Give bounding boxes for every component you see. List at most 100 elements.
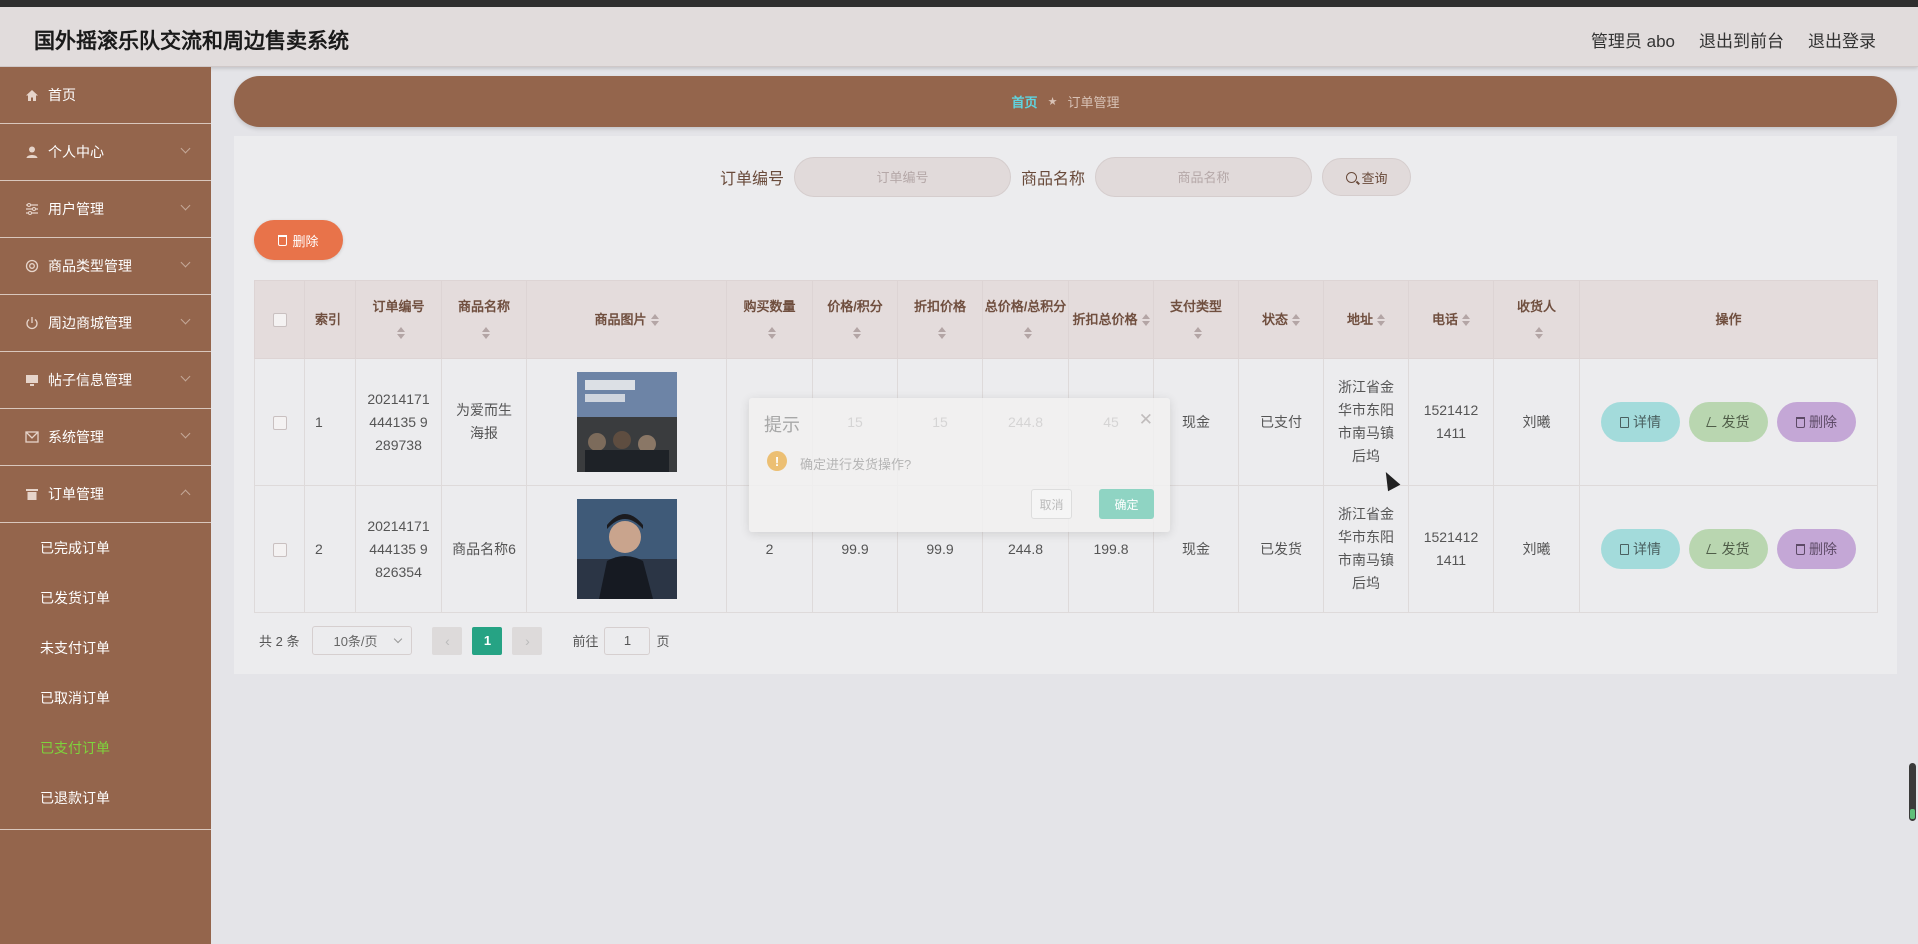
col-discount-total[interactable]: 折扣总价格 [1068, 280, 1154, 359]
submenu-paid-orders[interactable]: 已支付订单 [0, 723, 211, 773]
col-quantity[interactable]: 购买数量 [726, 280, 813, 359]
sort-icon[interactable] [1141, 314, 1150, 327]
submenu-unpaid-orders[interactable]: 未支付订单 [0, 623, 211, 673]
sort-icon[interactable] [1462, 314, 1470, 327]
cell-order-no: 20214171444135 9826354 [355, 485, 442, 613]
sidebar-item-system[interactable]: 系统管理 [0, 409, 211, 466]
document-icon [1620, 543, 1629, 555]
cell-product-image [526, 358, 727, 486]
cell-status: 已发货 [1238, 485, 1324, 613]
star-icon: ★ [1047, 96, 1058, 108]
query-button[interactable]: 查询 [1322, 158, 1412, 196]
ship-button[interactable]: 发货 [1689, 529, 1768, 569]
chevron-up-icon [180, 489, 191, 500]
col-address[interactable]: 地址 [1323, 280, 1409, 359]
row-select-cell[interactable] [254, 485, 305, 613]
home-icon [24, 88, 39, 103]
exit-front-link[interactable]: 退出到前台 [1699, 27, 1784, 52]
cell-address: 浙江省金华市东阳市南马镇后坞 [1323, 358, 1409, 486]
sidebar-item-orders[interactable]: 订单管理 [0, 466, 211, 523]
col-pay-type[interactable]: 支付类型 [1153, 280, 1239, 359]
sidebar-item-label: 订单管理 [48, 486, 104, 502]
product-name-label: 商品名称 [1021, 171, 1086, 188]
top-strip [0, 0, 1918, 7]
sidebar-item-label: 系统管理 [48, 429, 104, 445]
sort-icon[interactable] [1534, 327, 1543, 340]
submenu-completed-orders[interactable]: 已完成订单 [0, 523, 211, 573]
cell-receiver: 刘曦 [1493, 358, 1580, 486]
dialog-confirm-button[interactable]: 确定 [1099, 489, 1154, 519]
breadcrumb-home[interactable]: 首页 [1012, 92, 1038, 111]
submenu-cancelled-orders[interactable]: 已取消订单 [0, 673, 211, 723]
search-icon [1345, 171, 1357, 183]
select-all-cell[interactable] [254, 280, 305, 359]
detail-button[interactable]: 详情 [1601, 529, 1680, 569]
col-total[interactable]: 总价格/总积分 [982, 280, 1069, 359]
warning-icon: ! [767, 451, 787, 471]
row-delete-button[interactable]: 删除 [1777, 529, 1856, 569]
product-name-input[interactable] [1095, 157, 1313, 197]
detail-button[interactable]: 详情 [1601, 402, 1680, 442]
sort-icon[interactable] [650, 314, 659, 327]
total-count: 共 2 条 [259, 634, 300, 649]
chevron-down-icon [180, 314, 191, 325]
row-delete-button[interactable]: 删除 [1777, 402, 1856, 442]
col-product-name[interactable]: 商品名称 [441, 280, 527, 359]
sort-icon[interactable] [396, 327, 405, 340]
row-checkbox[interactable] [272, 542, 287, 557]
sort-icon[interactable] [1377, 314, 1385, 327]
sidebar-item-mall[interactable]: 周边商城管理 [0, 295, 211, 352]
ship-button[interactable]: 发货 [1689, 402, 1768, 442]
query-button-label: 查询 [1361, 170, 1388, 186]
page-size-select[interactable]: 10条/页 [312, 626, 413, 655]
product-image-poster[interactable] [576, 372, 677, 472]
order-no-input[interactable] [794, 157, 1011, 197]
sort-icon[interactable] [853, 327, 861, 340]
sort-icon[interactable] [1023, 327, 1032, 340]
batch-delete-button[interactable]: 删除 [254, 220, 343, 260]
goto-page-input[interactable] [604, 626, 651, 655]
dialog-cancel-button[interactable]: 取消 [1031, 489, 1072, 519]
submenu-refunded-orders[interactable]: 已退款订单 [0, 773, 211, 823]
sort-icon[interactable] [767, 327, 776, 340]
logout-link[interactable]: 退出登录 [1808, 27, 1876, 52]
cell-actions: 详情 发货 删除 [1579, 358, 1878, 486]
app-title: 国外摇滚乐队交流和周边售卖系统 [34, 30, 349, 53]
col-receiver[interactable]: 收货人 [1493, 280, 1580, 359]
sort-icon[interactable] [482, 327, 490, 340]
submenu-shipped-orders[interactable]: 已发货订单 [0, 573, 211, 623]
sidebar-item-user-management[interactable]: 用户管理 [0, 181, 211, 238]
page-number-button[interactable]: 1 [472, 626, 503, 655]
row-checkbox[interactable] [272, 415, 287, 430]
cell-product-image [526, 485, 727, 613]
sort-icon[interactable] [938, 327, 946, 340]
product-image-photo[interactable] [576, 499, 677, 599]
col-product-image[interactable]: 商品图片 [526, 280, 727, 359]
col-price[interactable]: 价格/积分 [812, 280, 898, 359]
prev-page-button[interactable]: ‹ [432, 626, 463, 655]
trash-icon [1796, 416, 1805, 428]
cell-order-no: 20214171444135 9289738 [355, 358, 442, 486]
select-all-checkbox[interactable] [272, 313, 287, 328]
breadcrumb-current: 订单管理 [1067, 95, 1120, 110]
col-phone[interactable]: 电话 [1408, 280, 1494, 359]
sidebar-item-label: 帖子信息管理 [48, 372, 132, 388]
sidebar-item-home[interactable]: 首页 [0, 67, 211, 124]
sort-icon[interactable] [1194, 327, 1202, 340]
next-page-button[interactable]: › [512, 626, 543, 655]
close-icon[interactable]: ✕ [1139, 410, 1153, 430]
cell-phone: 15214121411 [1408, 485, 1494, 613]
chevron-down-icon [180, 428, 191, 439]
col-status[interactable]: 状态 [1238, 280, 1324, 359]
sidebar-item-product-type[interactable]: 商品类型管理 [0, 238, 211, 295]
col-order-no[interactable]: 订单编号 [355, 280, 442, 359]
col-discount-price[interactable]: 折扣价格 [897, 280, 983, 359]
cell-index: 1 [304, 358, 356, 486]
row-select-cell[interactable] [254, 358, 305, 486]
scrollbar-thumb[interactable] [1909, 763, 1916, 821]
cell-status: 已支付 [1238, 358, 1324, 486]
sidebar-item-personal-center[interactable]: 个人中心 [0, 124, 211, 181]
sort-icon[interactable] [1292, 314, 1300, 327]
confirm-dialog: 提示 ✕ ! 确定进行发货操作? 取消 确定 [749, 398, 1170, 532]
sidebar-item-posts[interactable]: 帖子信息管理 [0, 352, 211, 409]
